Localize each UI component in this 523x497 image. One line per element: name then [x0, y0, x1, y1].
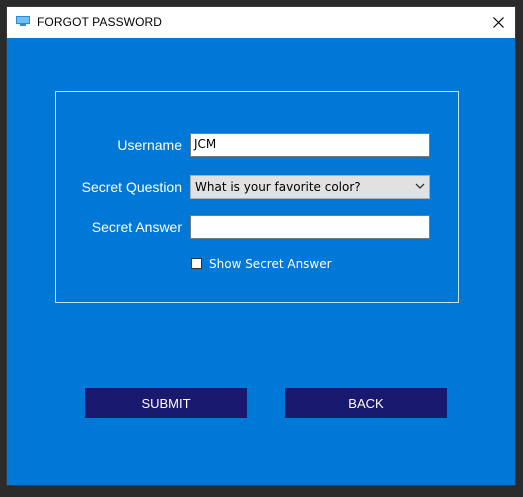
- close-icon: [492, 17, 504, 28]
- secret-question-selected: What is your favorite color?: [195, 180, 361, 194]
- close-button[interactable]: [481, 7, 515, 38]
- window-title: FORGOT PASSWORD: [37, 15, 163, 29]
- title-bar[interactable]: FORGOT PASSWORD: [7, 7, 515, 38]
- secret-answer-field[interactable]: [190, 215, 430, 239]
- username-label: Username: [117, 137, 182, 153]
- show-secret-answer-label[interactable]: Show Secret Answer: [209, 257, 332, 271]
- submit-button[interactable]: SUBMIT: [85, 388, 247, 418]
- show-secret-answer-checkbox[interactable]: [191, 258, 202, 269]
- forgot-password-window: FORGOT PASSWORD Username JCM Secret Ques…: [7, 7, 515, 485]
- chevron-down-icon: [415, 183, 425, 189]
- app-window-icon: [16, 16, 30, 26]
- secret-question-label: Secret Question: [81, 179, 182, 195]
- secret-question-select[interactable]: What is your favorite color?: [190, 175, 430, 199]
- secret-answer-label: Secret Answer: [91, 219, 182, 235]
- back-button[interactable]: BACK: [285, 388, 447, 418]
- username-field[interactable]: JCM: [190, 133, 430, 157]
